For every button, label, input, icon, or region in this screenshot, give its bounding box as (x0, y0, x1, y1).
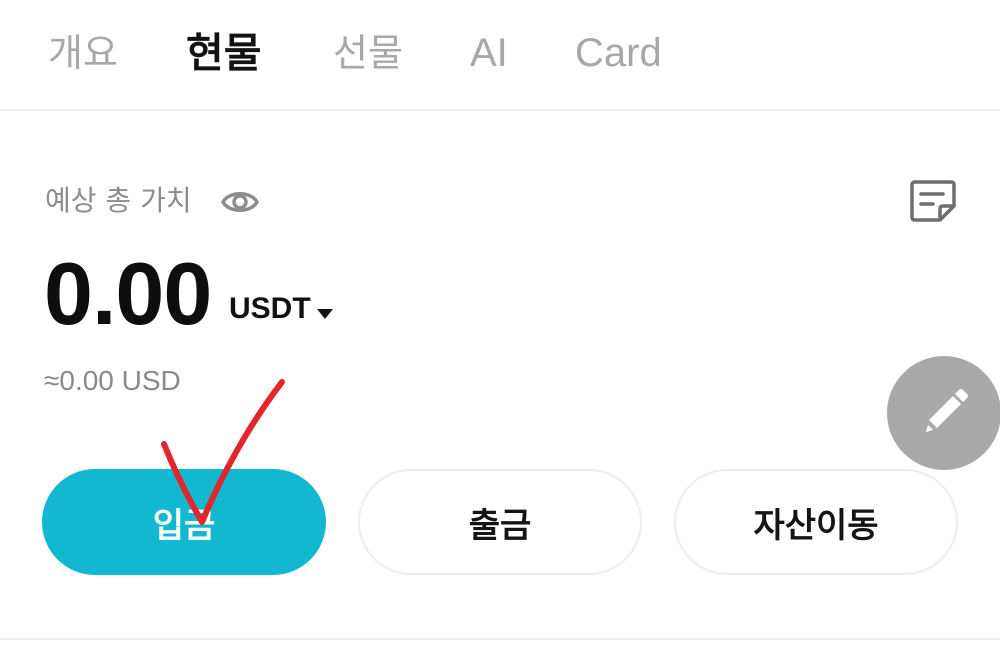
wallet-tabs: 개요 현물 선물 AI Card (0, 0, 1000, 111)
caret-down-icon[interactable] (317, 309, 333, 319)
tab-card[interactable]: Card (575, 28, 662, 78)
currency-selector[interactable]: USDT (229, 290, 311, 328)
deposit-button[interactable]: 입금 (42, 469, 326, 575)
estimated-value-label: 예상 총 가치 (45, 184, 192, 217)
withdraw-button[interactable]: 출금 (358, 469, 642, 575)
tab-overview[interactable]: 개요 (48, 28, 118, 78)
transfer-button[interactable]: 자산이동 (674, 469, 958, 575)
eye-icon[interactable] (220, 183, 260, 221)
usd-equivalent: ≈0.00 USD (44, 365, 181, 396)
total-balance-value: 0.00 (44, 244, 212, 343)
pencil-icon (926, 389, 968, 432)
notes-icon[interactable] (907, 176, 959, 224)
tab-spot[interactable]: 현물 (186, 28, 261, 78)
tab-futures[interactable]: 선물 (333, 28, 403, 78)
edit-floating-button[interactable] (887, 356, 1000, 470)
tab-ai[interactable]: AI (470, 28, 508, 78)
spot-wallet-page: 개요 현물 선물 AI Card 예상 총 가치 0.00 USDT ≈0.00… (0, 0, 1000, 655)
section-divider (0, 638, 1000, 640)
